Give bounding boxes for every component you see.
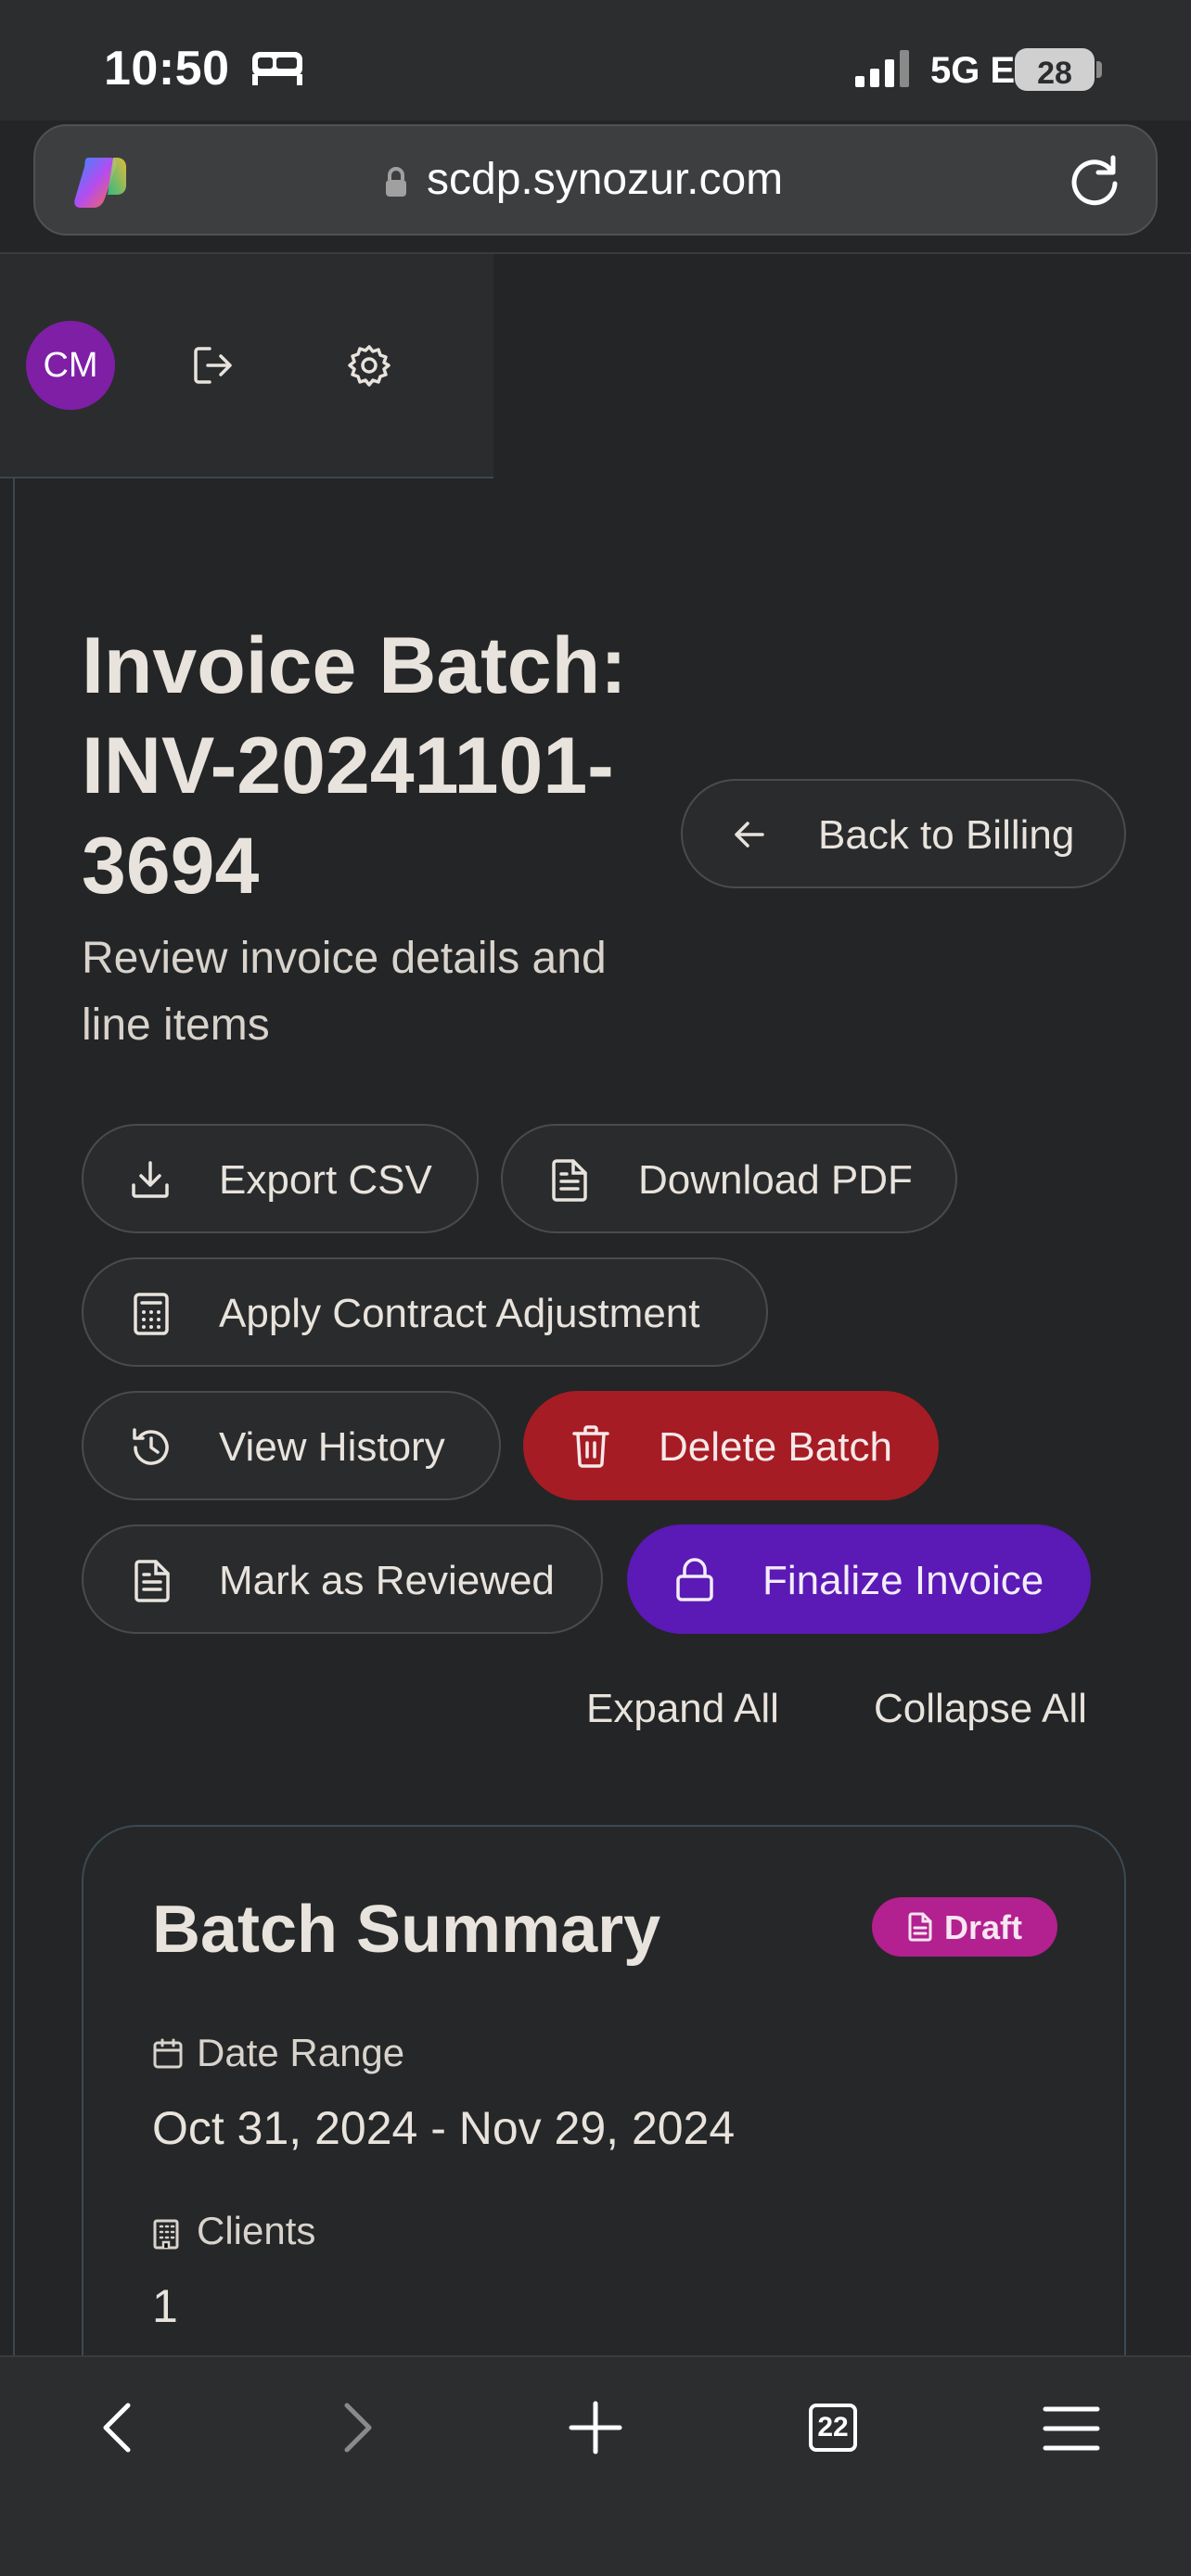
gear-icon[interactable] (347, 343, 391, 388)
page-title: Invoice Batch: INV-20241101-3694 (82, 621, 627, 911)
view-history-label: View History (219, 1424, 445, 1470)
download-pdf-label: Download PDF (638, 1157, 913, 1203)
file-text-icon (552, 1159, 587, 1202)
collapse-all-button[interactable]: Collapse All (874, 1686, 1087, 1732)
file-text-icon (134, 1560, 170, 1602)
batch-summary-title: Batch Summary (152, 1893, 661, 1967)
logout-icon[interactable] (191, 343, 236, 388)
cell-signal-icon (855, 50, 909, 87)
calculator-icon (134, 1293, 169, 1335)
tabs-button[interactable]: 22 (809, 2404, 857, 2452)
mark-as-reviewed-button[interactable]: Mark as Reviewed (82, 1524, 603, 1634)
date-range-label: Date Range (197, 2031, 405, 2074)
url-text[interactable]: scdp.synozur.com (427, 154, 783, 205)
back-to-billing-label: Back to Billing (818, 812, 1075, 858)
export-csv-button[interactable]: Export CSV (82, 1124, 479, 1233)
arrow-left-icon (735, 822, 764, 848)
mark-as-reviewed-label: Mark as Reviewed (219, 1558, 555, 1603)
apply-contract-adjustment-button[interactable]: Apply Contract Adjustment (82, 1257, 768, 1367)
view-history-button[interactable]: View History (82, 1391, 501, 1500)
clients-label: Clients (197, 2209, 316, 2252)
delete-batch-label: Delete Batch (659, 1424, 892, 1470)
status-badge: Draft (872, 1897, 1057, 1957)
battery-level: 28 (1037, 56, 1072, 91)
battery-cap (1096, 61, 1102, 78)
status-badge-label: Draft (944, 1908, 1023, 1946)
clients-value: 1 (152, 2280, 178, 2332)
export-csv-label: Export CSV (219, 1157, 432, 1203)
history-icon (133, 1428, 169, 1465)
status-time: 10:50 (104, 42, 230, 96)
lock-icon (386, 167, 406, 197)
finalize-invoice-button[interactable]: Finalize Invoice (627, 1524, 1091, 1634)
user-panel: CM (0, 254, 493, 478)
new-tab-icon[interactable] (568, 2400, 623, 2455)
forward-icon[interactable] (339, 2400, 377, 2455)
back-icon[interactable] (98, 2400, 135, 2455)
building-icon (153, 2219, 179, 2250)
menu-icon[interactable] (1043, 2405, 1100, 2452)
calendar-icon (153, 2038, 183, 2069)
network-type: 5G E (930, 50, 1016, 91)
apply-contract-adjustment-label: Apply Contract Adjustment (219, 1291, 700, 1336)
lock-icon (676, 1558, 713, 1601)
copilot-icon[interactable] (72, 152, 134, 213)
trash-icon (572, 1425, 609, 1468)
sleep-mode-icon (252, 52, 302, 85)
date-range-value: Oct 31, 2024 - Nov 29, 2024 (152, 2102, 736, 2154)
status-bar: 10:50 5G E 28 (0, 0, 1191, 121)
delete-batch-button[interactable]: Delete Batch (523, 1391, 939, 1500)
sidebar-rail (13, 478, 15, 2355)
back-to-billing-button[interactable]: Back to Billing (681, 779, 1126, 888)
tab-count: 22 (809, 2404, 857, 2452)
page-subtitle: Review invoice details and line items (82, 934, 607, 1050)
download-pdf-button[interactable]: Download PDF (501, 1124, 957, 1233)
avatar[interactable]: CM (26, 321, 115, 410)
file-text-icon (908, 1912, 932, 1942)
download-icon (132, 1161, 169, 1198)
finalize-invoice-label: Finalize Invoice (762, 1558, 1044, 1603)
reload-icon[interactable] (1065, 150, 1124, 210)
browser-toolbar: 22 (0, 2355, 1191, 2576)
expand-all-button[interactable]: Expand All (586, 1686, 779, 1732)
battery-indicator: 28 (1015, 48, 1095, 91)
address-bar[interactable]: scdp.synozur.com (33, 124, 1158, 236)
